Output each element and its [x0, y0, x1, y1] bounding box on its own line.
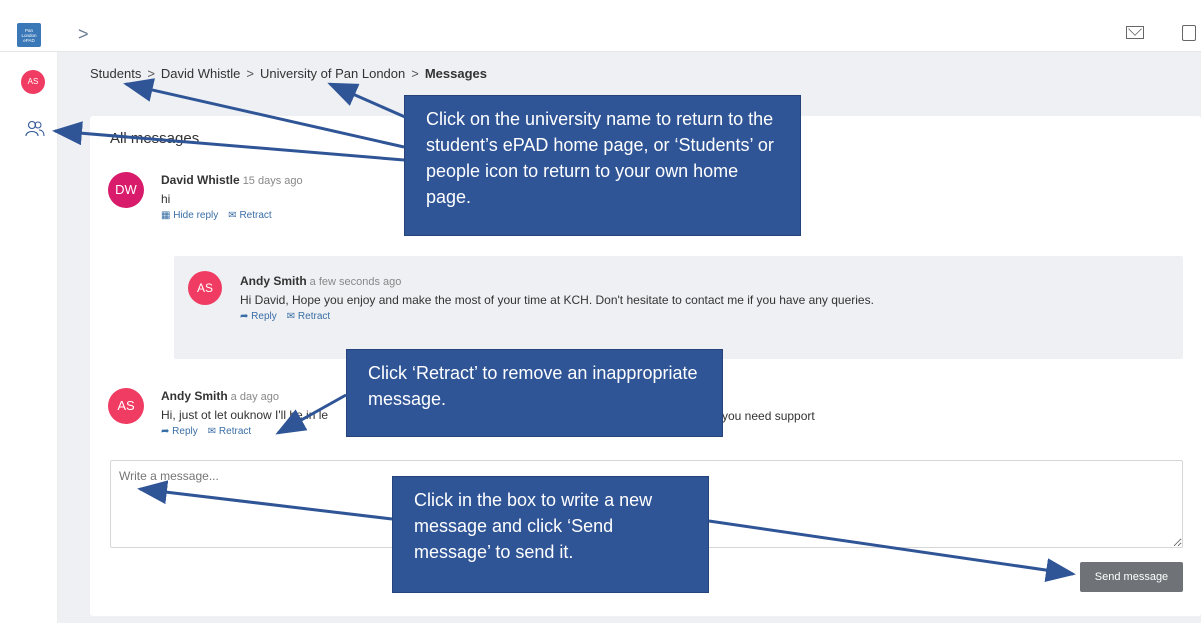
reply-button[interactable]: ➦ Reply [240, 311, 277, 322]
breadcrumb-separator: > [411, 66, 419, 81]
retract-button[interactable]: ✉ Retract [228, 210, 271, 221]
message-text: hi [161, 192, 171, 206]
retract-label: Retract [218, 426, 252, 437]
reply-button[interactable]: ➦ Reply [161, 426, 198, 437]
user-avatar[interactable]: AS [21, 70, 45, 94]
reply-label: Reply [251, 311, 277, 322]
message-author: Andy Smith [161, 389, 228, 403]
breadcrumb-separator: > [246, 66, 254, 81]
message-text-continued: you need support [722, 409, 815, 423]
breadcrumb-current: Messages [424, 66, 487, 81]
app-logo[interactable]: Pan London ePAD [17, 23, 41, 47]
message-time: 15 days ago [242, 175, 303, 187]
breadcrumb-separator: > [147, 66, 155, 81]
message-author: David Whistle [161, 173, 240, 187]
message-item: Andy Smith a few seconds ago Hi David, Ho… [240, 272, 874, 322]
message-text: Hi David, Hope you enjoy and make the mo… [240, 293, 874, 307]
breadcrumb-student-name[interactable]: David Whistle [161, 66, 240, 81]
message-item: Andy Smith a day ago Hi, just ot let oukn… [161, 387, 328, 437]
retract-label: Retract [297, 311, 331, 322]
callout-compose: Click in the box to write a new message … [392, 476, 709, 593]
people-icon[interactable] [25, 120, 45, 138]
hide-reply-button[interactable]: ▦ Hide reply [161, 210, 218, 221]
breadcrumb-university[interactable]: University of Pan London [260, 66, 405, 81]
mail-icon[interactable] [1126, 26, 1144, 39]
message-time: a day ago [230, 391, 279, 403]
callout-navigation: Click on the university name to return t… [404, 95, 801, 236]
message-item: David Whistle 15 days ago hi ▦ Hide reply… [161, 171, 303, 221]
reply-thread: AS Andy Smith a few seconds ago Hi David,… [174, 256, 1183, 359]
callout-retract: Click ‘Retract’ to remove an inappropria… [346, 349, 723, 437]
messages-title: All messages [110, 130, 200, 147]
breadcrumb-students[interactable]: Students [90, 66, 141, 81]
top-bar: Pan London ePAD > [0, 0, 1201, 52]
retract-button[interactable]: ✉ Retract [208, 426, 251, 437]
retract-label: Retract [239, 210, 272, 221]
retract-button[interactable]: ✉ Retract [287, 311, 330, 322]
send-message-button[interactable]: Send message [1080, 562, 1183, 592]
breadcrumb: Students > David Whistle > University of Pan… [90, 66, 487, 81]
expand-chevron-icon[interactable]: > [78, 24, 89, 45]
avatar: AS [108, 388, 144, 424]
message-text: Hi, just ot let ouknow I'll be in le [161, 408, 329, 422]
message-time: a few seconds ago [309, 276, 402, 288]
print-icon[interactable] [1182, 25, 1196, 41]
avatar: DW [108, 172, 144, 208]
hide-reply-label: Hide reply [173, 210, 219, 221]
sidebar: AS [0, 52, 58, 623]
avatar: AS [188, 271, 222, 305]
reply-label: Reply [172, 426, 198, 437]
message-author: Andy Smith [240, 274, 307, 288]
